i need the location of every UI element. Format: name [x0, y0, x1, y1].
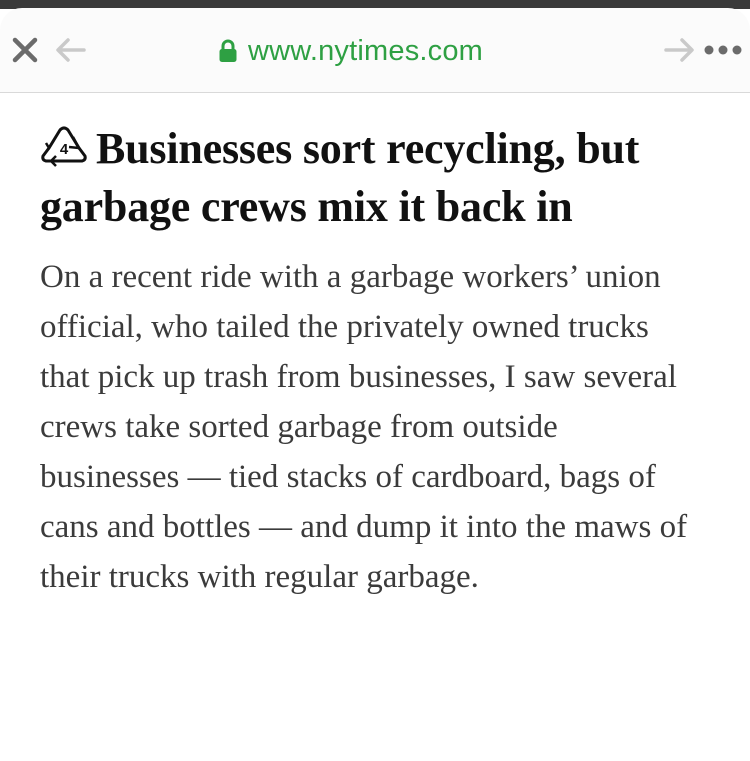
svg-text:4: 4	[60, 141, 69, 158]
phone-screen: www.nytimes.com 4 Businesses sort recycl…	[0, 0, 750, 761]
article-preview[interactable]: 4 Businesses sort recycling, but garbage…	[40, 120, 720, 602]
forward-button[interactable]	[660, 30, 700, 70]
headline[interactable]: 4 Businesses sort recycling, but garbage…	[40, 120, 720, 236]
more-button[interactable]	[700, 30, 746, 70]
browser-toolbar: www.nytimes.com	[0, 8, 750, 93]
close-button[interactable]	[6, 30, 44, 70]
recycle-4-icon: 4	[40, 125, 88, 169]
address-bar[interactable]: www.nytimes.com	[218, 34, 483, 68]
url-text: www.nytimes.com	[248, 34, 484, 67]
lock-icon	[218, 39, 238, 63]
back-arrow-icon	[56, 38, 86, 62]
article-summary: On a recent ride with a garbage workers’…	[40, 259, 688, 595]
headline-text: Businesses sort recycling, but garbage c…	[40, 124, 640, 231]
close-icon	[12, 37, 38, 63]
forward-arrow-icon	[664, 38, 694, 62]
more-dots-icon	[704, 45, 742, 55]
back-button[interactable]	[50, 30, 90, 70]
